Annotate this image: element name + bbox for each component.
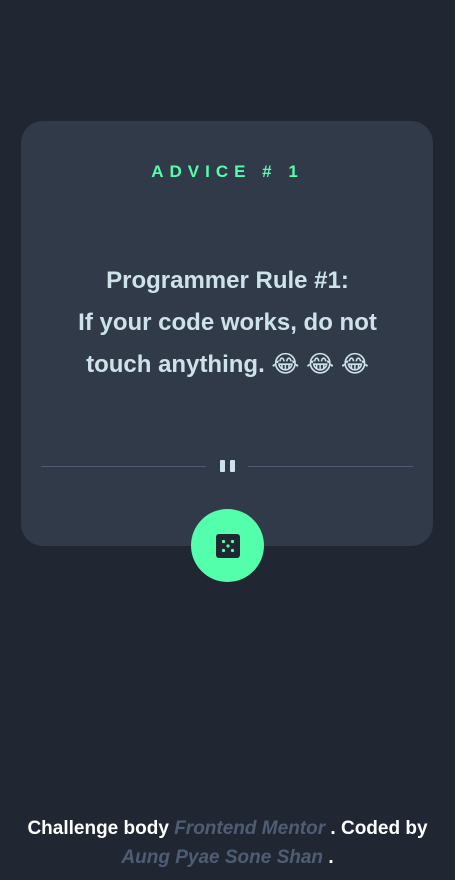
author-link[interactable]: Aung Pyae Sone Shan (121, 847, 323, 868)
pattern-divider (41, 457, 413, 475)
advice-quote-line: If your code works, do not (78, 309, 377, 336)
divider-line-right (248, 466, 413, 467)
frontend-mentor-link[interactable]: Frontend Mentor (174, 818, 325, 839)
advice-quote: Programmer Rule #1: If your code works, … (45, 260, 410, 386)
page: ADVICE # 1 Programmer Rule #1: If your c… (0, 0, 455, 880)
advice-id-label: ADVICE # 1 (151, 162, 304, 181)
pause-icon (219, 460, 236, 472)
footer-period: . (328, 847, 334, 868)
dice-icon (215, 533, 240, 558)
challenge-text: Challenge body (27, 818, 169, 839)
coded-by-text: . Coded by (330, 818, 428, 839)
advice-quote-line: Programmer Rule #1: (106, 267, 349, 294)
divider-line-left (41, 466, 206, 467)
advice-quote-line: touch anything. 😂 😂 😂 (86, 351, 369, 378)
attribution-footer: Challenge body Frontend Mentor . Coded b… (0, 814, 455, 872)
generate-advice-button[interactable] (191, 509, 264, 582)
